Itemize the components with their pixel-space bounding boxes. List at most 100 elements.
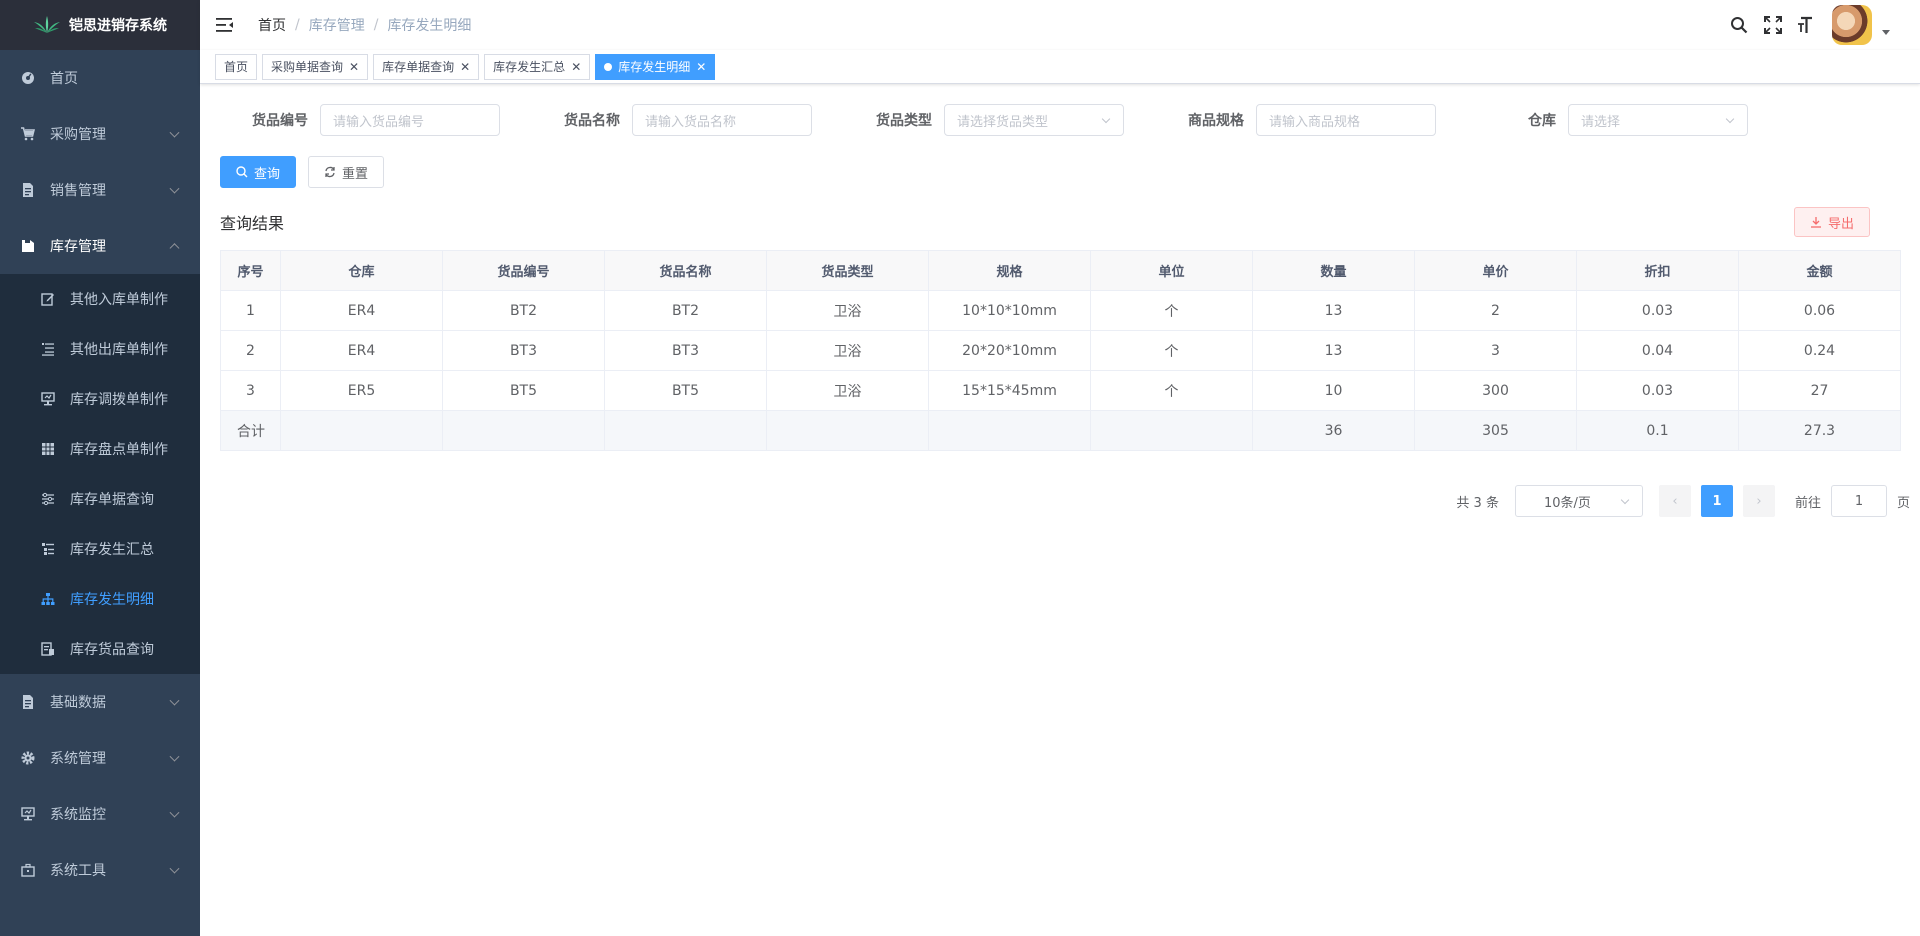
table-cell: 15*15*45mm — [928, 370, 1091, 411]
tag-stock-summary[interactable]: 库存发生汇总 ✕ — [484, 53, 591, 80]
chevron-down-icon — [1725, 114, 1735, 124]
chevron-up-icon — [169, 243, 180, 254]
sidebar-item-purchase[interactable]: 采购管理 — [0, 106, 200, 162]
main-content: 货品编号 请输入货品编号 货品名称 请输入货品名称 货品类型 请选择货品类型 商… — [200, 84, 1920, 936]
table-cell: BT3 — [604, 330, 767, 371]
avatar-dropdown[interactable] — [1832, 5, 1890, 45]
goods-name-placeholder: 请输入货品名称 — [645, 114, 737, 130]
close-icon[interactable]: ✕ — [349, 60, 359, 74]
reset-button[interactable]: 重置 — [308, 156, 385, 188]
breadcrumb-separator: / — [373, 17, 379, 33]
sidebar-item-label: 系统工具 — [50, 863, 106, 879]
logo-icon — [34, 16, 60, 33]
page-size-select[interactable]: 10条/页 — [1514, 485, 1643, 517]
document-icon — [20, 182, 36, 198]
table-cell: 卫浴 — [766, 370, 929, 411]
pagination-jumper: 前往 1 页 — [1795, 485, 1910, 517]
tag-stock-doc-query[interactable]: 库存单据查询 ✕ — [373, 53, 480, 80]
tags-view: 首页 采购单据查询 ✕ 库存单据查询 ✕ 库存发生汇总 ✕ 库存发生明细 ✕ — [200, 50, 1920, 84]
table-cell: 0.24 — [1738, 330, 1901, 371]
warehouse-select[interactable]: 请选择 — [1568, 104, 1748, 136]
table-cell: ER5 — [280, 370, 443, 411]
sidebar-item-stock-summary[interactable]: 库存发生汇总 — [0, 524, 200, 574]
goods-code-input[interactable]: 请输入货品编号 — [320, 104, 500, 136]
goods-code-placeholder: 请输入货品编号 — [333, 114, 425, 130]
table-cell: 3 — [220, 370, 281, 411]
export-button[interactable]: 导出 — [1793, 207, 1870, 237]
summary-cell — [1090, 410, 1253, 451]
fullscreen-button[interactable] — [1756, 0, 1790, 50]
filter-name-label: 货品名称 — [564, 113, 620, 129]
font-size-icon — [1798, 16, 1812, 33]
column-header: 序号 — [220, 250, 281, 291]
fullscreen-icon — [1764, 16, 1782, 34]
goods-type-select[interactable]: 请选择货品类型 — [944, 104, 1124, 136]
filter-warehouse-label: 仓库 — [1528, 113, 1556, 129]
breadcrumb-home[interactable]: 首页 — [258, 15, 286, 35]
active-dot-icon — [604, 62, 613, 71]
sidebar-item-sales[interactable]: 销售管理 — [0, 162, 200, 218]
tag-stock-detail[interactable]: 库存发生明细 ✕ — [595, 53, 716, 80]
sidebar-item-system-tools[interactable]: 系统工具 — [0, 842, 200, 898]
goto-page-input[interactable]: 1 — [1830, 485, 1887, 517]
close-icon[interactable]: ✕ — [696, 60, 706, 74]
sidebar-item-stock[interactable]: 库存管理 — [0, 218, 200, 274]
page-size-value: 10条/页 — [1543, 495, 1591, 511]
edit-icon — [40, 291, 56, 307]
table-row[interactable]: 1 ER4 BT2 BT2 卫浴 10*10*10mm 个 13 2 0.03 … — [220, 290, 1901, 331]
sidebar-item-label: 库存发生汇总 — [70, 542, 154, 558]
table-cell: BT3 — [442, 330, 605, 371]
table-cell: 27 — [1738, 370, 1901, 411]
sidebar-item-stock-detail[interactable]: 库存发生明细 — [0, 574, 200, 624]
goods-spec-input[interactable]: 请输入商品规格 — [1256, 104, 1436, 136]
result-title: 查询结果 — [220, 214, 285, 233]
prev-page-button[interactable]: ‹ — [1658, 485, 1691, 517]
tag-purchase-doc-query[interactable]: 采购单据查询 ✕ — [262, 53, 369, 80]
sidebar-item-stock-doc-query[interactable]: 库存单据查询 — [0, 474, 200, 524]
table-row[interactable]: 2 ER4 BT3 BT3 卫浴 20*20*10mm 个 13 3 0.04 … — [220, 330, 1901, 371]
close-icon[interactable]: ✕ — [571, 60, 581, 74]
sidebar-item-label: 首页 — [50, 71, 78, 87]
sidebar-item-other-inbound[interactable]: 其他入库单制作 — [0, 274, 200, 324]
header-search-button[interactable] — [1722, 0, 1756, 50]
table-cell: 1 — [220, 290, 281, 331]
avatar[interactable] — [1832, 5, 1872, 45]
sidebar-item-label: 基础数据 — [50, 695, 106, 711]
sidebar-item-other-outbound[interactable]: 其他出库单制作 — [0, 324, 200, 374]
sidebar-item-system-manage[interactable]: 系统管理 — [0, 730, 200, 786]
table-cell: 0.03 — [1576, 290, 1739, 331]
tag-label: 库存发生明细 — [618, 60, 691, 74]
monitor-icon — [20, 806, 36, 822]
column-header: 金额 — [1738, 250, 1901, 291]
chevron-down-icon — [169, 127, 180, 138]
app-title: 铠思进销存系统 — [69, 18, 167, 34]
column-header: 货品编号 — [442, 250, 605, 291]
sidebar-item-home[interactable]: 首页 — [0, 50, 200, 106]
filter-name: 货品名称 请输入货品名称 — [532, 104, 844, 136]
hamburger-button[interactable] — [200, 0, 250, 50]
sidebar-item-label: 库存单据查询 — [70, 492, 154, 508]
page-number-current[interactable]: 1 — [1700, 485, 1733, 517]
table-row[interactable]: 3 ER5 BT5 BT5 卫浴 15*15*45mm 个 10 300 0.0… — [220, 370, 1901, 411]
sidebar-item-basic-data[interactable]: 基础数据 — [0, 674, 200, 730]
tag-home[interactable]: 首页 — [215, 53, 258, 80]
table-cell: 0.03 — [1576, 370, 1739, 411]
next-page-button[interactable]: › — [1742, 485, 1775, 517]
column-header: 折扣 — [1576, 250, 1739, 291]
goods-name-input[interactable]: 请输入货品名称 — [632, 104, 812, 136]
close-icon[interactable]: ✕ — [460, 60, 470, 74]
table-cell: 个 — [1090, 330, 1253, 371]
size-select-button[interactable] — [1790, 0, 1824, 50]
sidebar-item-stock-count[interactable]: 库存盘点单制作 — [0, 424, 200, 474]
sidebar-item-system-monitor[interactable]: 系统监控 — [0, 786, 200, 842]
sidebar-item-label: 库存发生明细 — [70, 592, 154, 608]
sidebar-item-stock-goods-query[interactable]: 库存货品查询 — [0, 624, 200, 674]
sidebar-item-stock-transfer[interactable]: 库存调拨单制作 — [0, 374, 200, 424]
logo[interactable]: 铠思进销存系统 — [0, 0, 200, 50]
search-button[interactable]: 查询 — [220, 156, 297, 188]
table-cell: 个 — [1090, 290, 1253, 331]
sidebar-item-label: 库存盘点单制作 — [70, 442, 168, 458]
column-header: 货品名称 — [604, 250, 767, 291]
form-buttons: 查询 重置 — [220, 156, 1900, 188]
tag-label: 库存单据查询 — [382, 60, 455, 74]
